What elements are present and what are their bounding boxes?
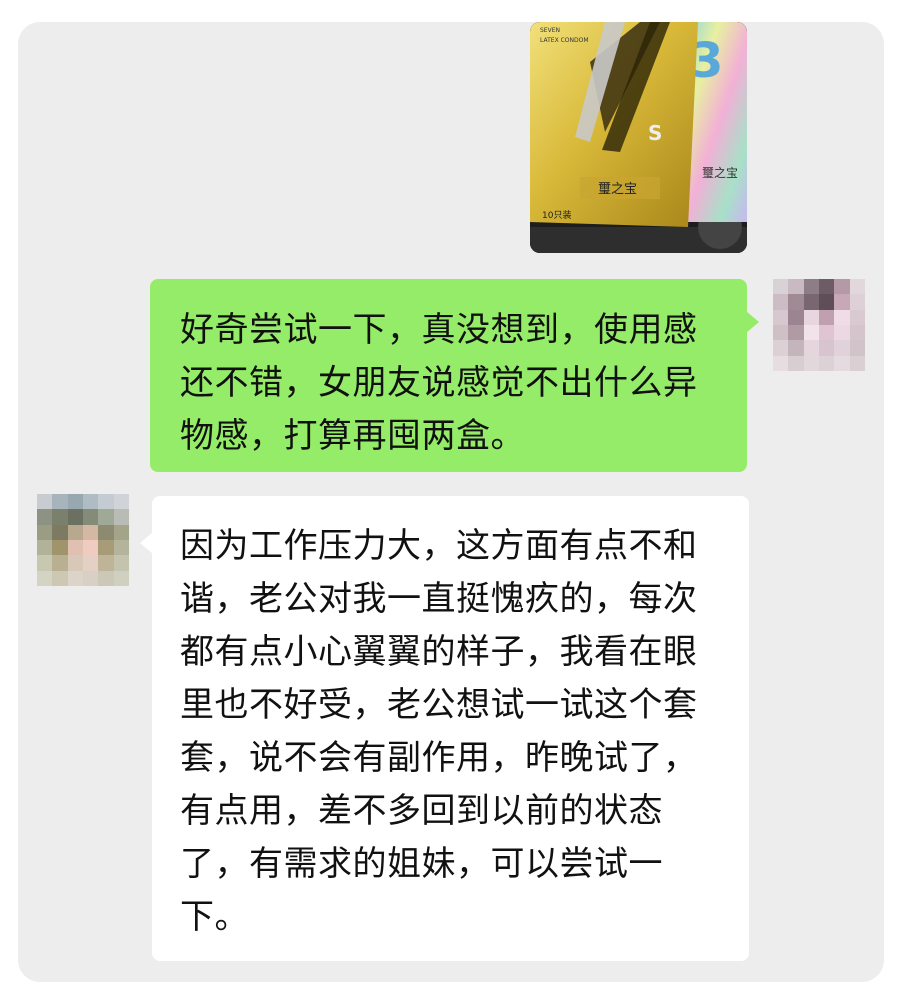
message-line: 下。: [180, 897, 249, 937]
brand-side: 璽之宝: [702, 166, 738, 180]
brand-main: 璽之宝: [598, 182, 637, 197]
received-message-bubble[interactable]: 因为工作压力大，这方面有点不和 谐，老公对我一直挺愧疚的，每次 都有点小心翼翼的…: [140, 496, 749, 961]
box-text-2: LATEX CONDOM: [540, 37, 589, 44]
product-photo: 3 璽之宝 SEVEN LATEX CONDOM S 璽之宝 10只装: [530, 22, 747, 253]
message-line: 物感，打算再囤两盒。: [180, 416, 525, 456]
box-letter: S: [648, 121, 662, 145]
message-line: 都有点小心翼翼的样子，我看在眼: [180, 632, 698, 672]
sent-message-bubble[interactable]: 好奇尝试一下，真没想到，使用感 还不错，女朋友说感觉不出什么异 物感，打算再囤两…: [150, 279, 759, 472]
image-message[interactable]: 3 璽之宝 SEVEN LATEX CONDOM S 璽之宝 10只装: [530, 22, 747, 253]
message-line: 有点用，差不多回到以前的状态: [180, 791, 663, 831]
message-line: 好奇尝试一下，真没想到，使用感: [180, 310, 698, 350]
message-line: 谐，老公对我一直挺愧疚的，每次: [180, 579, 698, 619]
avatar-self[interactable]: [773, 279, 865, 371]
message-line: 套，说不会有副作用，昨晚试了，: [180, 738, 698, 778]
avatar-other[interactable]: [37, 494, 129, 586]
message-line: 了，有需求的姐妹，可以尝试一: [180, 844, 663, 884]
box-text-1: SEVEN: [540, 27, 560, 34]
box-count: 10只装: [542, 209, 571, 221]
message-line: 里也不好受，老公想试一试这个套: [180, 685, 698, 725]
message-line: 因为工作压力大，这方面有点不和: [180, 526, 698, 566]
message-line: 还不错，女朋友说感觉不出什么异: [180, 363, 698, 403]
